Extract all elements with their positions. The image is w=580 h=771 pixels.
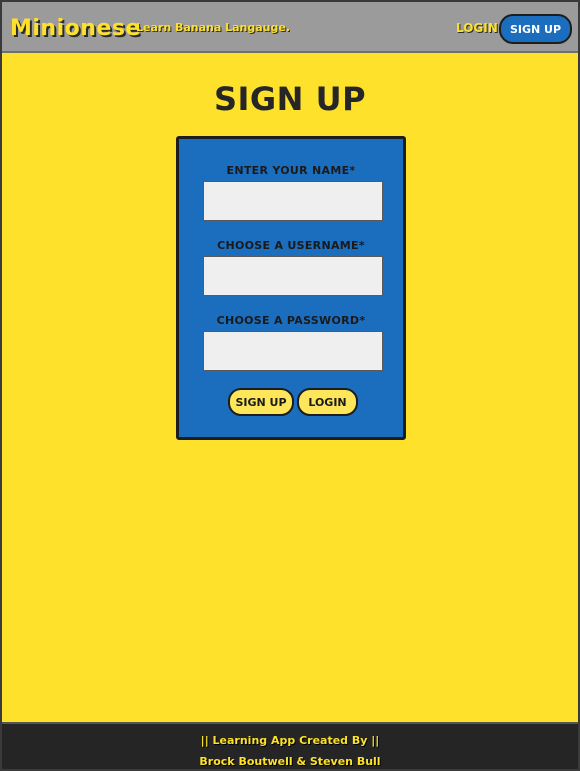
page-title: Sign Up [213,80,367,118]
brand-logo[interactable]: Minionese [10,16,141,41]
password-input[interactable] [203,331,383,371]
app-frame: Minionese Learn Banana Langauge. Login S… [0,0,580,771]
username-input[interactable] [203,256,383,296]
signup-form: Enter your name* Choose a username* Choo… [176,136,406,440]
name-input[interactable] [203,181,383,221]
footer: || Learning App Created By || Brock Bout… [2,722,578,769]
name-label: Enter your name* [226,164,356,177]
username-label: Choose a username* [217,239,365,252]
form-login-button[interactable]: Login [297,388,358,416]
nav-signup-button[interactable]: Sign Up [499,14,572,44]
nav-login-link[interactable]: Login [456,21,498,35]
form-signup-button[interactable]: Sign Up [228,388,294,416]
password-label: Choose a password* [216,314,366,327]
top-navbar: Minionese Learn Banana Langauge. Login S… [2,2,578,53]
brand-tagline: Learn Banana Langauge. [136,21,291,34]
footer-credit-line: || Learning App Created By || [200,734,380,747]
footer-authors: Brock Boutwell & Steven Bull [199,755,381,768]
